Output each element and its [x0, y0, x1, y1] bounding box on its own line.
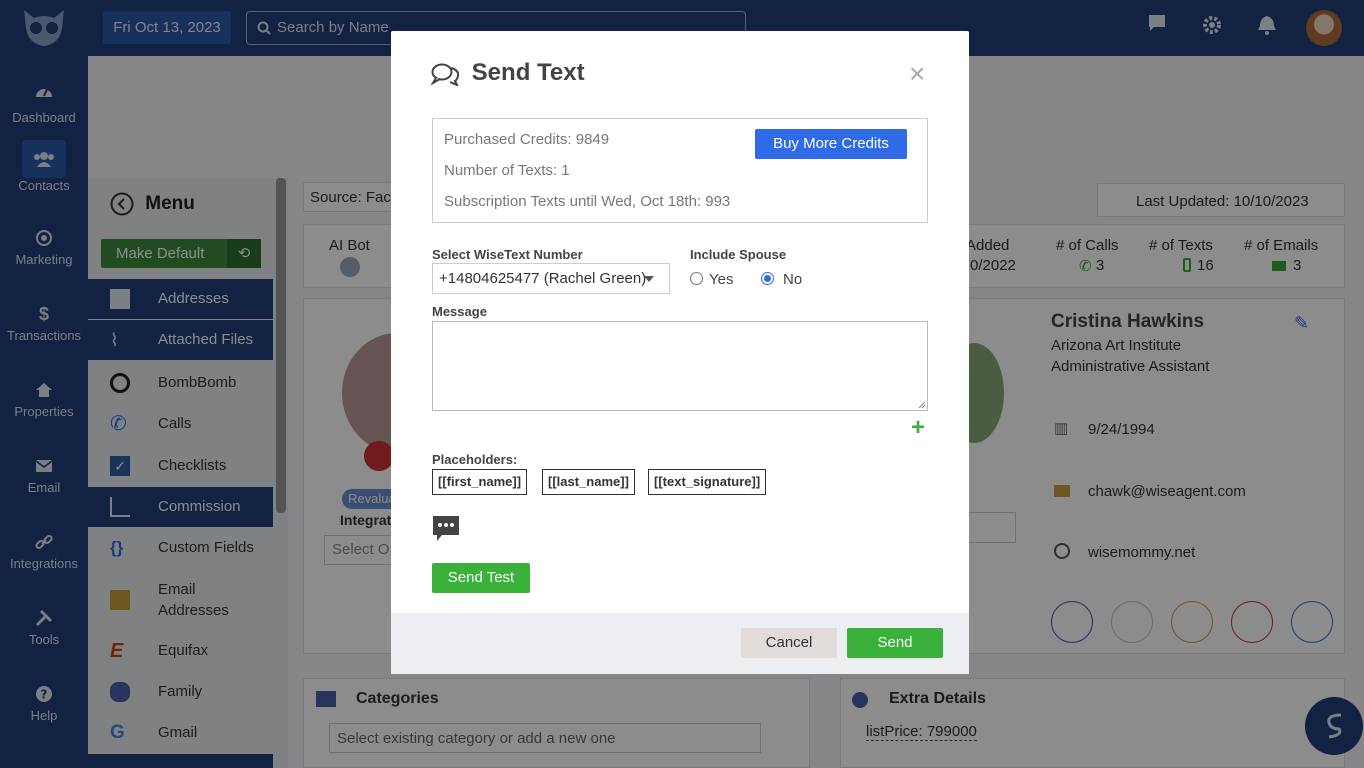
- buy-more-credits-button[interactable]: Buy More Credits: [755, 129, 907, 159]
- placeholder-last-name[interactable]: [[last_name]]: [542, 469, 635, 495]
- send-test-button[interactable]: Send Test: [432, 563, 530, 593]
- modal-footer: Cancel Send: [391, 613, 969, 674]
- placeholder-first-name[interactable]: [[first_name]]: [432, 469, 528, 495]
- comments-icon: [431, 63, 460, 86]
- include-spouse-label: Include Spouse: [690, 247, 787, 262]
- chevron-down-icon: [644, 276, 654, 282]
- modal-title-text: Send Text: [471, 59, 585, 86]
- spouse-no-radio[interactable]: [761, 272, 774, 285]
- ellipsis-chat-icon[interactable]: [432, 515, 460, 542]
- number-of-texts: Number of Texts: 1: [444, 162, 570, 179]
- modal-title: Send Text: [431, 59, 585, 87]
- message-label: Message: [432, 304, 487, 319]
- spouse-no-label[interactable]: No: [783, 271, 802, 288]
- add-plus-icon[interactable]: +: [911, 416, 925, 440]
- spouse-yes-label[interactable]: Yes: [709, 271, 733, 288]
- wisetext-number-value: +14804625477 (Rachel Green): [439, 270, 647, 287]
- placeholders-label: Placeholders:: [432, 452, 518, 467]
- placeholder-text-signature[interactable]: [[text_signature]]: [648, 469, 767, 495]
- message-textarea[interactable]: [432, 321, 928, 411]
- send-button[interactable]: Send: [847, 628, 943, 658]
- subscription-texts: Subscription Texts until Wed, Oct 18th: …: [444, 193, 731, 210]
- wisetext-number-label: Select WiseText Number: [432, 247, 583, 262]
- purchased-credits: Purchased Credits: 9849: [444, 131, 610, 148]
- close-button[interactable]: ×: [909, 59, 925, 89]
- spouse-yes-radio[interactable]: [690, 272, 703, 285]
- cancel-button[interactable]: Cancel: [741, 628, 837, 658]
- resize-handle-icon[interactable]: [918, 401, 926, 409]
- wisetext-number-select[interactable]: +14804625477 (Rachel Green): [432, 263, 670, 294]
- send-text-modal: Send Text × Purchased Credits: 9849 Numb…: [391, 31, 969, 674]
- credits-box: Purchased Credits: 9849 Number of Texts:…: [432, 118, 928, 223]
